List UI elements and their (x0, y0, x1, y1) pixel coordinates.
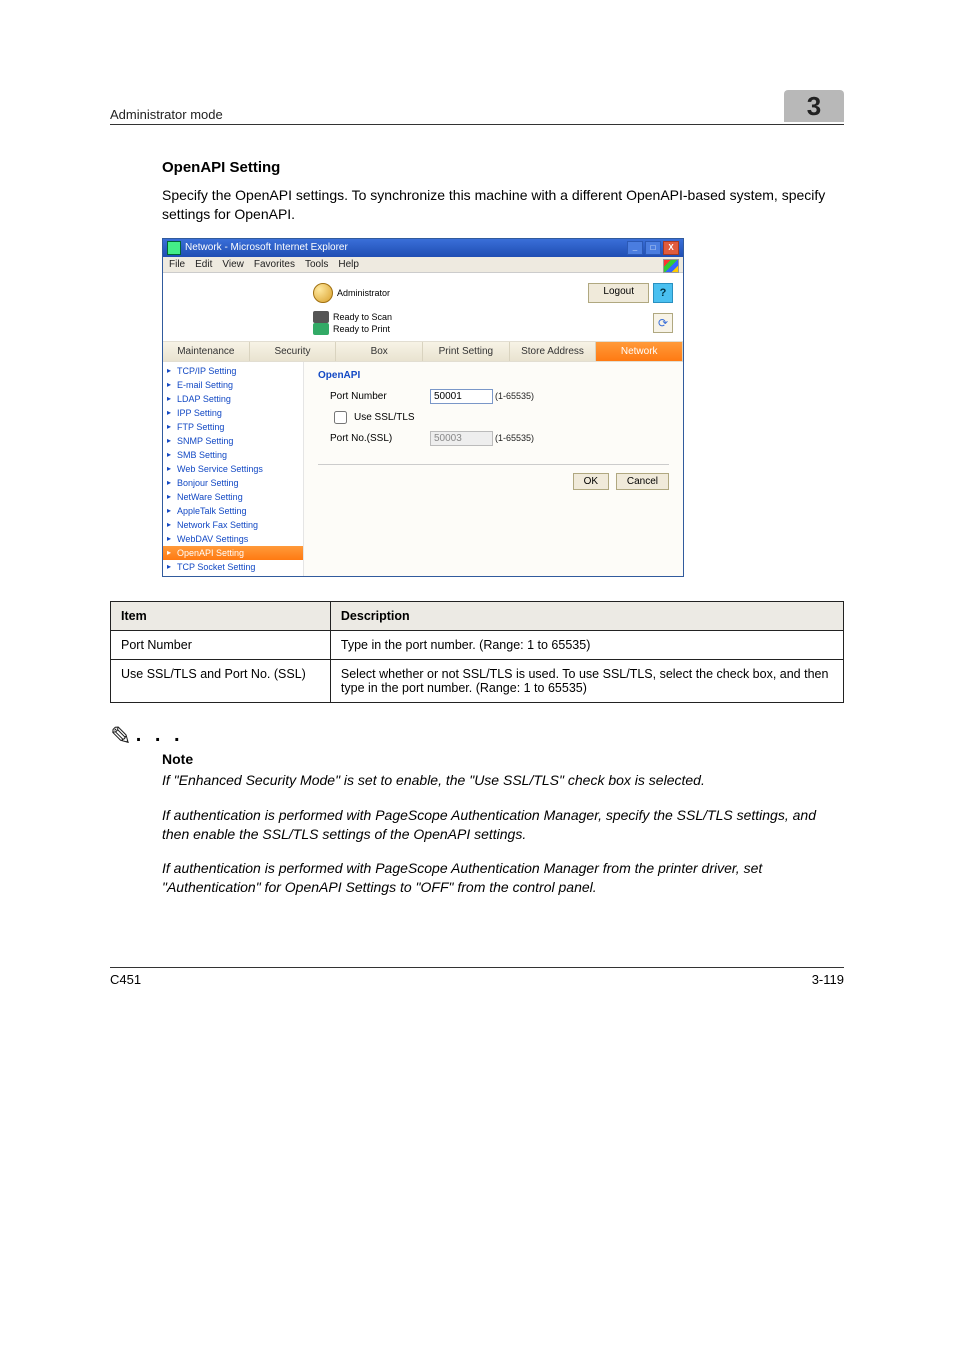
table-row: Port Number Type in the port number. (Ra… (111, 630, 844, 659)
tab-print-setting[interactable]: Print Setting (423, 342, 510, 361)
refresh-button[interactable]: ⟳ (653, 313, 673, 333)
menu-view[interactable]: View (222, 259, 244, 270)
ssl-port-input (430, 431, 493, 446)
sidebar-item-smb[interactable]: SMB Setting (163, 448, 303, 462)
close-button[interactable]: X (663, 241, 679, 255)
sidebar-item-webservice[interactable]: Web Service Settings (163, 462, 303, 476)
note-icon: ✎ (110, 723, 132, 749)
window-title: Network - Microsoft Internet Explorer (185, 242, 348, 253)
tab-security[interactable]: Security (250, 342, 337, 361)
note-label: Note (162, 751, 844, 767)
tab-box[interactable]: Box (336, 342, 423, 361)
ssl-port-range: (1-65535) (495, 433, 534, 443)
browser-menubar: File Edit View Favorites Tools Help (163, 257, 683, 273)
sidebar-item-snmp[interactable]: SNMP Setting (163, 434, 303, 448)
printer-icon (313, 323, 329, 335)
footer-model: C451 (110, 972, 141, 987)
help-button[interactable]: ? (653, 283, 673, 303)
sidebar-item-bonjour[interactable]: Bonjour Setting (163, 476, 303, 490)
note-paragraph: If "Enhanced Security Mode" is set to en… (162, 771, 844, 790)
browser-window: Network - Microsoft Internet Explorer _ … (162, 238, 684, 577)
sidebar-item-networkfax[interactable]: Network Fax Setting (163, 518, 303, 532)
sidebar-item-appletalk[interactable]: AppleTalk Setting (163, 504, 303, 518)
tab-store-address[interactable]: Store Address (510, 342, 597, 361)
admin-label: Administrator (337, 288, 390, 298)
table-cell: Select whether or not SSL/TLS is used. T… (330, 659, 843, 702)
table-cell: Use SSL/TLS and Port No. (SSL) (111, 659, 331, 702)
maximize-button[interactable]: □ (645, 241, 661, 255)
main-panel: OpenAPI Port Number (1-65535) Use SSL/TL… (304, 362, 683, 576)
window-titlebar: Network - Microsoft Internet Explorer _ … (163, 239, 683, 257)
side-nav: TCP/IP Setting E-mail Setting LDAP Setti… (163, 362, 304, 576)
panel-title: OpenAPI (318, 370, 669, 381)
sidebar-item-ipp[interactable]: IPP Setting (163, 406, 303, 420)
scanner-icon (313, 311, 329, 323)
tab-maintenance[interactable]: Maintenance (163, 342, 250, 361)
scan-status: Ready to Scan (333, 312, 392, 322)
port-range: (1-65535) (495, 391, 534, 401)
admin-icon (313, 283, 333, 303)
section-body: Specify the OpenAPI settings. To synchro… (162, 186, 844, 224)
ssl-port-label: Port No.(SSL) (330, 433, 430, 444)
menu-help[interactable]: Help (338, 259, 359, 270)
chapter-number: 3 (784, 90, 844, 122)
sidebar-item-tcpsocket[interactable]: TCP Socket Setting (163, 560, 303, 574)
port-number-label: Port Number (330, 391, 430, 402)
sidebar-item-webdav[interactable]: WebDAV Settings (163, 532, 303, 546)
use-ssl-checkbox[interactable] (334, 411, 347, 424)
port-number-input[interactable] (430, 389, 493, 404)
logout-button[interactable]: Logout (588, 283, 649, 303)
ok-button[interactable]: OK (573, 473, 609, 490)
tab-strip: Maintenance Security Box Print Setting S… (163, 341, 683, 362)
menu-tools[interactable]: Tools (305, 259, 328, 270)
table-cell: Type in the port number. (Range: 1 to 65… (330, 630, 843, 659)
minimize-button[interactable]: _ (627, 241, 643, 255)
sidebar-item-ldap[interactable]: LDAP Setting (163, 392, 303, 406)
cancel-button[interactable]: Cancel (616, 473, 669, 490)
table-header-item: Item (111, 601, 331, 630)
note-paragraph: If authentication is performed with Page… (162, 806, 844, 844)
section-title: OpenAPI Setting (162, 159, 844, 176)
menu-edit[interactable]: Edit (195, 259, 212, 270)
description-table: Item Description Port Number Type in the… (110, 601, 844, 703)
table-cell: Port Number (111, 630, 331, 659)
ie-icon (167, 241, 181, 255)
sidebar-item-netware[interactable]: NetWare Setting (163, 490, 303, 504)
sidebar-item-ftp[interactable]: FTP Setting (163, 420, 303, 434)
sidebar-item-openapi[interactable]: OpenAPI Setting (163, 546, 303, 560)
table-row: Use SSL/TLS and Port No. (SSL) Select wh… (111, 659, 844, 702)
table-header-description: Description (330, 601, 843, 630)
tab-network[interactable]: Network (596, 342, 683, 361)
windows-flag-icon (663, 259, 679, 273)
print-status: Ready to Print (333, 324, 390, 334)
footer-page: 3-119 (812, 972, 844, 987)
breadcrumb: Administrator mode (110, 107, 223, 122)
menu-file[interactable]: File (169, 259, 185, 270)
note-dots: . . . (136, 724, 184, 747)
sidebar-item-tcpip[interactable]: TCP/IP Setting (163, 364, 303, 378)
sidebar-item-email[interactable]: E-mail Setting (163, 378, 303, 392)
note-paragraph: If authentication is performed with Page… (162, 859, 844, 897)
menu-favorites[interactable]: Favorites (254, 259, 295, 270)
use-ssl-label: Use SSL/TLS (354, 412, 415, 423)
